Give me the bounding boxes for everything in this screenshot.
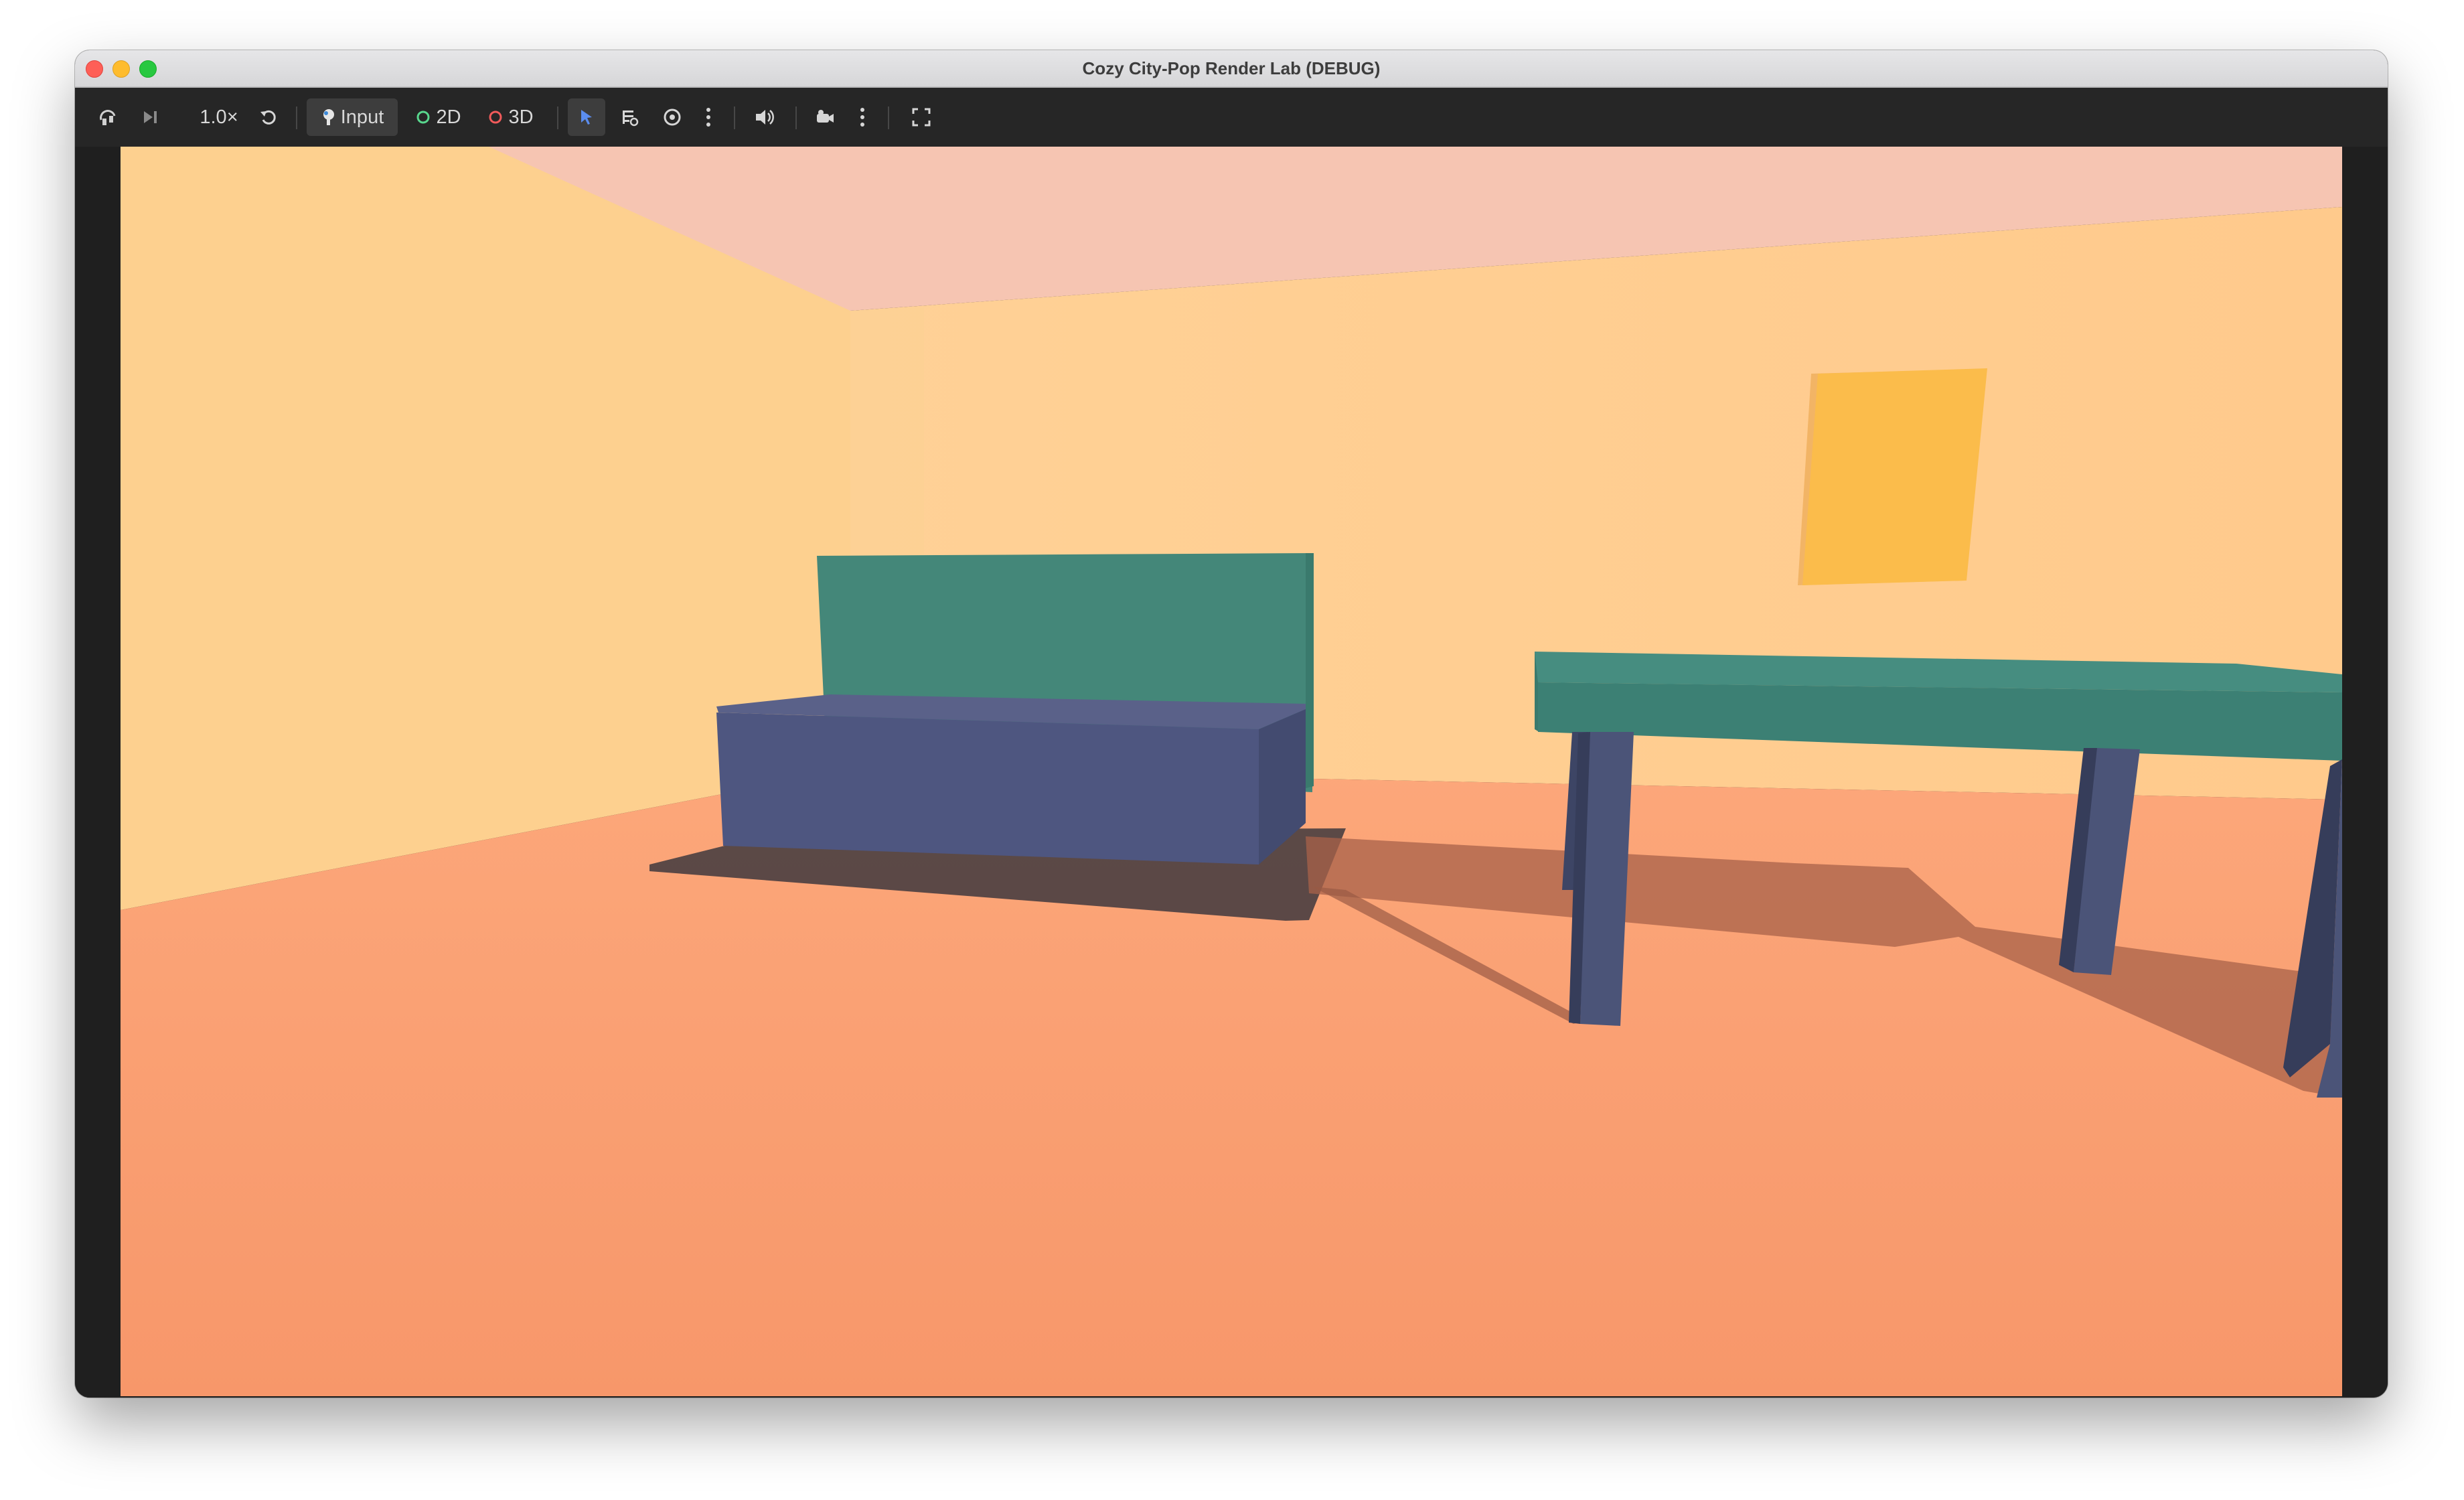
title-bar: Cozy City-Pop Render Lab (DEBUG) — [75, 50, 2388, 88]
remote-debug-icon[interactable] — [91, 98, 125, 136]
mode-2d-button[interactable]: 2D — [408, 98, 469, 136]
camera-icon[interactable] — [806, 98, 844, 136]
game-viewport[interactable] — [121, 147, 2342, 1396]
toolbar-separator — [296, 106, 297, 129]
toolbar-separator — [888, 106, 889, 129]
input-icon — [321, 108, 337, 127]
mode-3d-label: 3D — [508, 106, 534, 128]
more-vert-icon[interactable] — [695, 98, 722, 136]
speed-scale-label[interactable]: 1.0× — [182, 98, 256, 136]
game-viewport-frame — [75, 147, 2388, 1398]
toolbar-separator — [734, 106, 735, 129]
sofa-seat-front — [716, 712, 1259, 865]
debug-toolbar: 1.0× Input 2D 3D — [75, 88, 2388, 147]
fullscreen-icon[interactable] — [903, 98, 940, 136]
sofa-backrest-side — [1306, 553, 1314, 788]
toolbar-separator — [557, 106, 558, 129]
toolbar-separator — [795, 106, 797, 129]
speaker-icon[interactable] — [746, 98, 783, 136]
list-edit-icon[interactable] — [611, 98, 648, 136]
eye-icon[interactable] — [653, 98, 691, 136]
step-frame-icon[interactable] — [134, 98, 167, 136]
wall-frame — [1802, 368, 1987, 585]
circle-2d-icon — [416, 110, 431, 125]
select-mode-button[interactable] — [568, 98, 605, 136]
mode-3d-button[interactable]: 3D — [481, 98, 541, 136]
window-title: Cozy City-Pop Render Lab (DEBUG) — [1082, 58, 1381, 78]
reset-icon[interactable] — [252, 98, 285, 136]
select-arrow-icon — [578, 108, 595, 127]
more-vert-icon[interactable] — [849, 98, 876, 136]
app-window: Cozy City-Pop Render Lab (DEBUG) 1.0× In… — [75, 50, 2388, 1398]
input-toggle-button[interactable]: Input — [307, 98, 398, 136]
input-label: Input — [340, 106, 384, 128]
mode-2d-label: 2D — [436, 106, 461, 128]
circle-3d-icon — [488, 110, 503, 125]
